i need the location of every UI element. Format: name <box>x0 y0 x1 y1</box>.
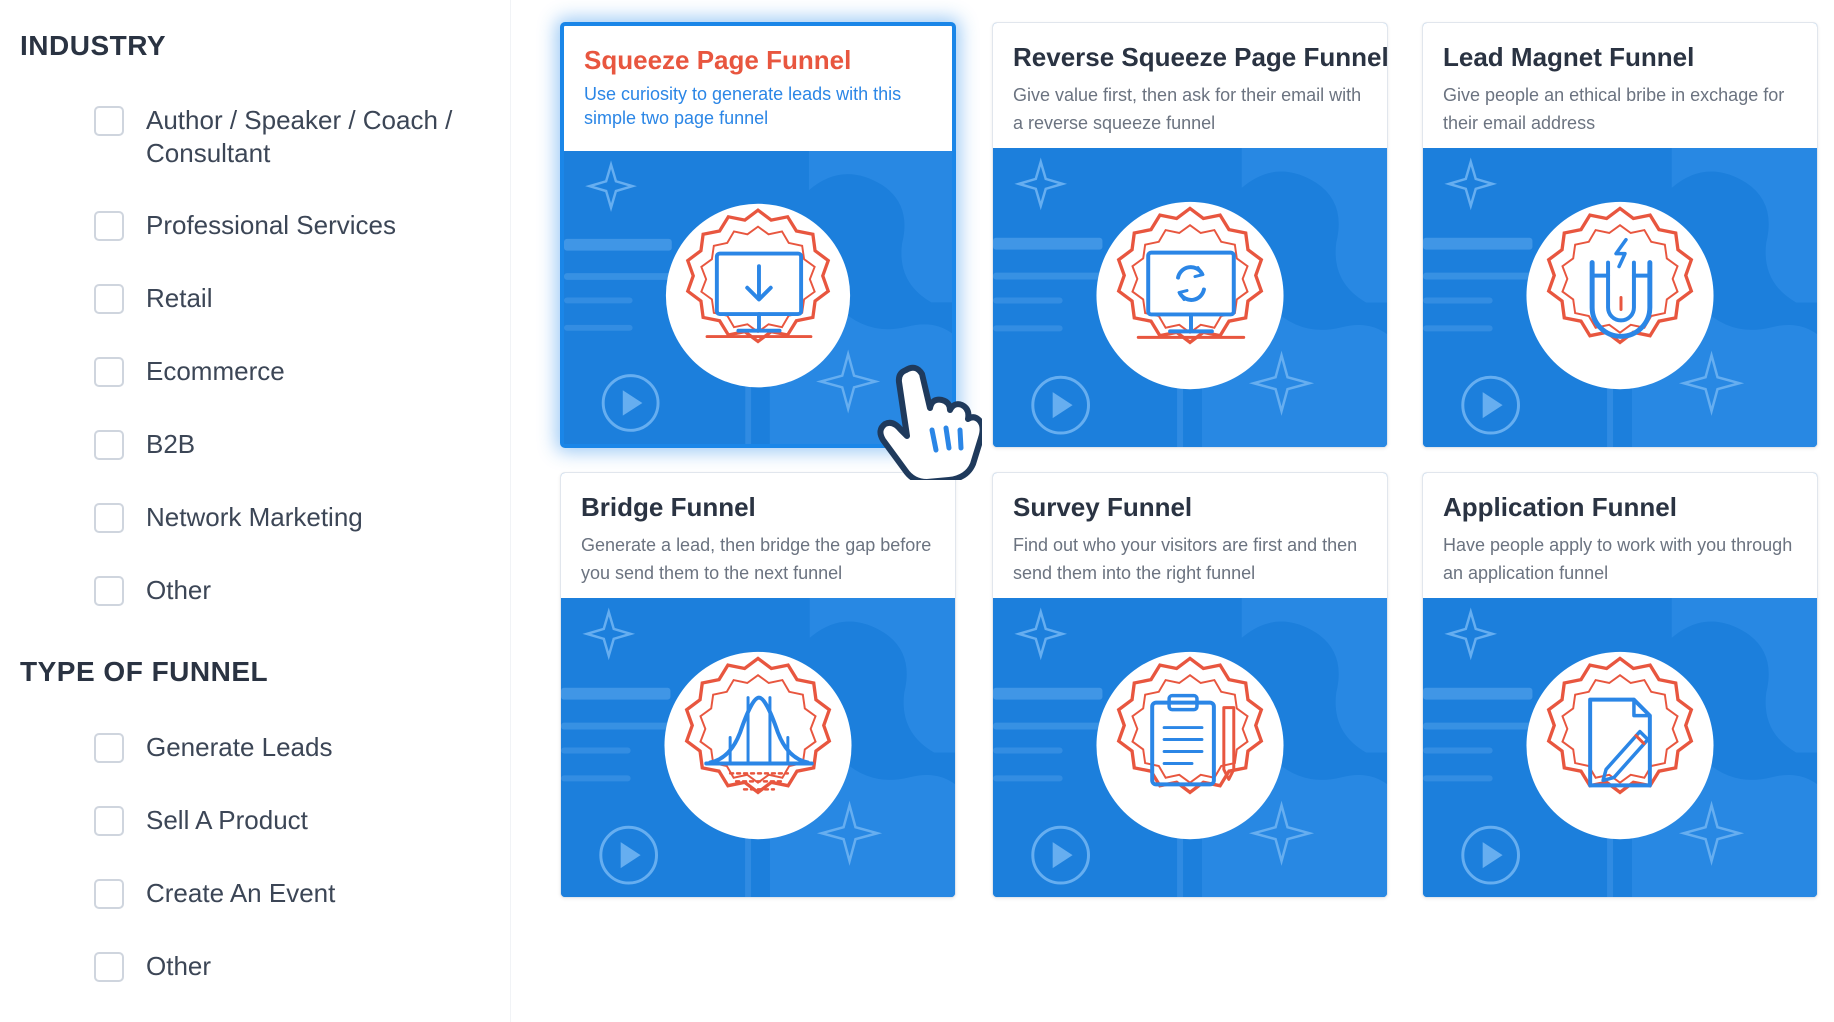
card-title: Squeeze Page Funnel <box>584 45 852 75</box>
card-description: Have people apply to work with you throu… <box>1443 535 1793 583</box>
filter-label: B2B <box>146 429 196 459</box>
funnel-card-squeeze-page[interactable]: Squeeze Page Funnel Use curiosity to gen… <box>560 22 956 448</box>
filter-label: Retail <box>146 283 213 313</box>
filter-funnel-generate-leads[interactable]: Generate Leads <box>94 732 494 764</box>
checkbox[interactable] <box>94 879 124 909</box>
card-title: Application Funnel <box>1443 492 1677 522</box>
filter-industry-ecommerce[interactable]: Ecommerce <box>94 356 494 388</box>
checkbox[interactable] <box>94 503 124 533</box>
filter-label: Create An Event <box>146 878 336 908</box>
filter-label: Other <box>146 575 212 605</box>
filter-label: Other <box>146 951 212 981</box>
card-illustration <box>1423 598 1817 897</box>
card-title: Survey Funnel <box>1013 492 1193 522</box>
card-header: Survey Funnel Find out who your visitors… <box>993 473 1387 598</box>
card-illustration <box>561 598 955 897</box>
card-header: Reverse Squeeze Page Funnel Give value f… <box>993 23 1387 148</box>
filter-label: Ecommerce <box>146 356 285 386</box>
filter-label: Sell A Product <box>146 805 308 835</box>
checkbox[interactable] <box>94 430 124 460</box>
filter-label: Author / Speaker / Coach / Consultant <box>146 105 453 168</box>
card-title: Lead Magnet Funnel <box>1443 42 1695 72</box>
filter-industry-other[interactable]: Other <box>94 575 494 607</box>
card-description: Generate a lead, then bridge the gap bef… <box>581 535 932 583</box>
funnel-card-bridge[interactable]: Bridge Funnel Generate a lead, then brid… <box>560 472 956 898</box>
card-illustration <box>1423 148 1817 447</box>
card-title: Reverse Squeeze Page Funnel <box>1013 42 1387 72</box>
filter-funnel-other[interactable]: Other <box>94 951 494 983</box>
checkbox[interactable] <box>94 284 124 314</box>
card-illustration <box>564 151 952 444</box>
card-description: Find out who your visitors are first and… <box>1013 535 1358 583</box>
card-header: Squeeze Page Funnel Use curiosity to gen… <box>564 26 952 151</box>
checkbox[interactable] <box>94 733 124 763</box>
funnel-card-survey[interactable]: Survey Funnel Find out who your visitors… <box>992 472 1388 898</box>
filter-funnel-sell-a-product[interactable]: Sell A Product <box>94 805 494 837</box>
card-header: Application Funnel Have people apply to … <box>1423 473 1817 598</box>
filter-sidebar: INDUSTRY Author / Speaker / Coach / Cons… <box>0 0 511 1022</box>
card-illustration <box>993 598 1387 897</box>
card-title: Bridge Funnel <box>581 492 756 522</box>
filter-label: Professional Services <box>146 210 396 240</box>
filter-industry-network-marketing[interactable]: Network Marketing <box>94 502 494 534</box>
funnel-card-reverse-squeeze-page[interactable]: Reverse Squeeze Page Funnel Give value f… <box>992 22 1388 448</box>
card-description: Use curiosity to generate leads with thi… <box>584 84 902 128</box>
checkbox[interactable] <box>94 952 124 982</box>
checkbox[interactable] <box>94 806 124 836</box>
checkbox[interactable] <box>94 106 124 136</box>
funnel-card-application[interactable]: Application Funnel Have people apply to … <box>1422 472 1818 898</box>
checkbox[interactable] <box>94 357 124 387</box>
checkbox[interactable] <box>94 576 124 606</box>
funnel-card-lead-magnet[interactable]: Lead Magnet Funnel Give people an ethica… <box>1422 22 1818 448</box>
filter-industry-b2b[interactable]: B2B <box>94 429 494 461</box>
industry-heading: INDUSTRY <box>20 30 167 61</box>
card-header: Bridge Funnel Generate a lead, then brid… <box>561 473 955 598</box>
card-description: Give value first, then ask for their ema… <box>1013 85 1362 133</box>
card-header: Lead Magnet Funnel Give people an ethica… <box>1423 23 1817 148</box>
filter-label: Network Marketing <box>146 502 363 532</box>
checkbox[interactable] <box>94 211 124 241</box>
card-description: Give people an ethical bribe in exchage … <box>1443 85 1785 133</box>
funnel-type-heading: TYPE OF FUNNEL <box>20 656 269 687</box>
card-illustration <box>993 148 1387 447</box>
filter-industry-retail[interactable]: Retail <box>94 283 494 315</box>
filter-funnel-create-an-event[interactable]: Create An Event <box>94 878 494 910</box>
filter-industry-professional-services[interactable]: Professional Services <box>94 210 494 242</box>
filter-industry-author[interactable]: Author / Speaker / Coach / Consultant <box>94 105 494 170</box>
filter-label: Generate Leads <box>146 732 333 762</box>
